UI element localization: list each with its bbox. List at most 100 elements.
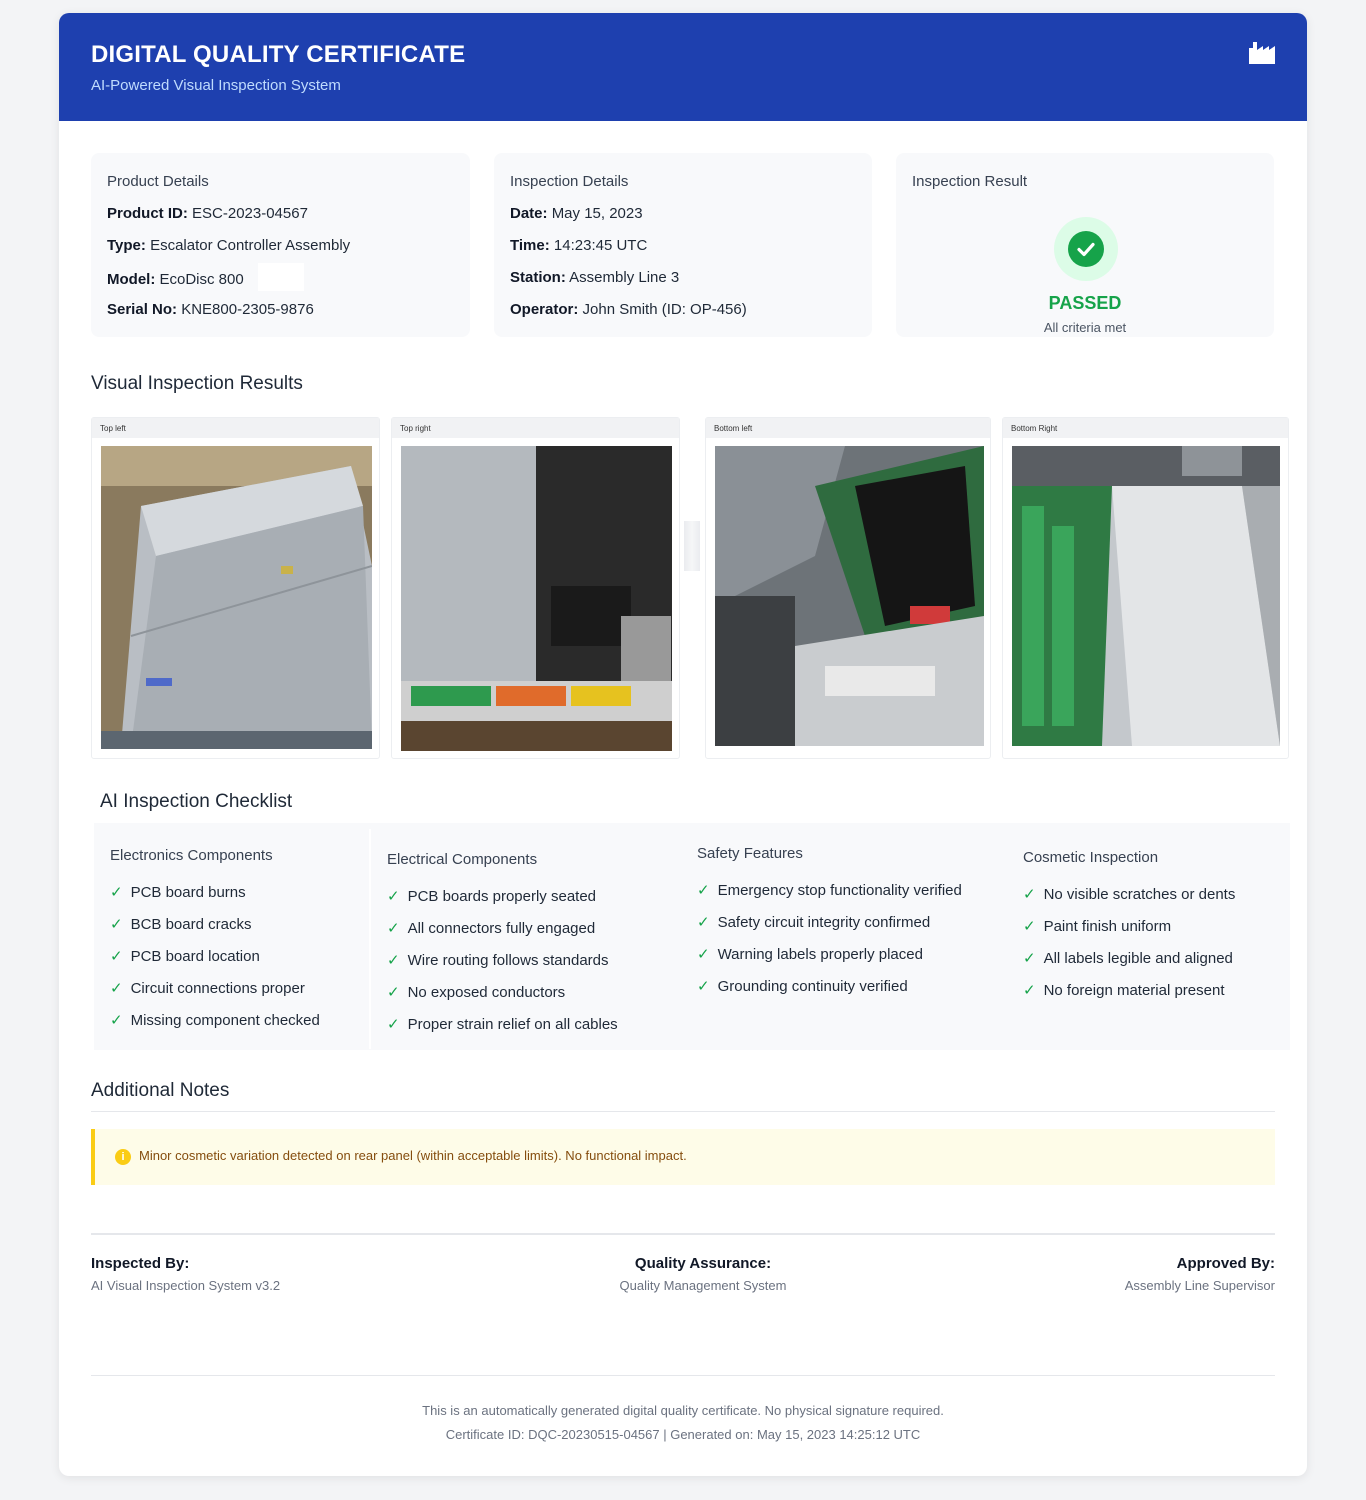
inspection-result-title: Inspection Result	[912, 173, 1028, 190]
inspection-photo	[715, 446, 984, 746]
photo-top-left[interactable]: Top left	[91, 417, 380, 759]
certificate-subtitle: AI-Powered Visual Inspection System	[91, 77, 341, 94]
product-type-value: Escalator Controller Assembly	[150, 237, 351, 254]
photo-label: Bottom left	[706, 418, 990, 438]
electrical-components-title: Electrical Components	[387, 851, 538, 868]
column-divider	[369, 829, 371, 1049]
product-id-value: ESC-2023-04567	[192, 205, 308, 222]
inspection-result-box: Inspection Result PASSED All criteria me…	[896, 153, 1274, 337]
quality-assurance-label: Quality Assurance:	[634, 1255, 772, 1272]
inspection-time-value: 14:23:45 UTC	[553, 237, 648, 254]
info-icon: i	[115, 1149, 131, 1165]
notes-divider	[91, 1111, 1275, 1112]
inspection-details-title: Inspection Details	[510, 173, 629, 190]
photo-label: Top right	[392, 418, 679, 438]
checklist-item: ✓ All connectors fully engaged	[387, 920, 596, 937]
result-subtitle: All criteria met	[1043, 320, 1127, 335]
checklist-item: ✓ PCB board location	[110, 948, 260, 965]
approved-by-value: Assembly Line Supervisor	[1124, 1278, 1275, 1293]
result-status: PASSED	[1048, 293, 1122, 313]
checklist-item: ✓ Missing component checked	[110, 1012, 320, 1029]
checklist-item: ✓ No foreign material present	[1023, 982, 1225, 999]
inspection-photo	[401, 446, 672, 751]
product-model-row: Model: EcoDisc 800	[107, 263, 304, 291]
checklist-item: ✓ No visible scratches or dents	[1023, 886, 1236, 903]
inspection-operator-label: Operator:	[510, 301, 579, 318]
check-icon: ✓	[1023, 950, 1036, 967]
check-icon: ✓	[387, 920, 400, 937]
checklist-item: ✓ Grounding continuity verified	[697, 978, 908, 995]
inspection-station-row: Station: Assembly Line 3	[510, 269, 679, 286]
checklist-item: ✓ Safety circuit integrity confirmed	[697, 914, 931, 931]
checklist-item: ✓ Circuit connections proper	[110, 980, 305, 997]
checklist-item: ✓ Proper strain relief on all cables	[387, 1016, 618, 1033]
check-icon: ✓	[1023, 918, 1036, 935]
check-icon: ✓	[697, 914, 710, 931]
photo-top-right[interactable]: Top right	[391, 417, 680, 759]
checklist-item: ✓ Warning labels properly placed	[697, 946, 923, 963]
product-model-label: Model:	[107, 270, 156, 288]
redaction-patch	[257, 263, 304, 291]
certificate-title: DIGITAL QUALITY CERTIFICATE	[91, 41, 466, 68]
product-model-value: EcoDisc 800	[159, 270, 244, 288]
photo-bottom-right[interactable]: Bottom Right	[1002, 417, 1289, 759]
footer-disclaimer: This is an automatically generated digit…	[422, 1403, 944, 1418]
certificate-header: DIGITAL QUALITY CERTIFICATE AI-Powered V…	[59, 13, 1307, 121]
carousel-divider-handle[interactable]	[684, 521, 700, 571]
inspected-by-value: AI Visual Inspection System v3.2	[91, 1278, 281, 1293]
product-serial-value: KNE800-2305-9876	[181, 301, 314, 318]
visual-results-title: Visual Inspection Results	[91, 373, 303, 394]
checklist-item: ✓ Emergency stop functionality verified	[697, 882, 962, 899]
inspection-operator-value: John Smith (ID: OP-456)	[582, 301, 747, 318]
check-icon: ✓	[697, 978, 710, 995]
inspected-by-label: Inspected By:	[91, 1255, 190, 1272]
product-details-title: Product Details	[107, 173, 209, 190]
inspection-date-value: May 15, 2023	[551, 205, 643, 222]
photo-label: Bottom Right	[1003, 418, 1288, 438]
check-icon: ✓	[110, 884, 123, 901]
checklist-item: ✓ PCB board burns	[110, 884, 246, 901]
note-text: Minor cosmetic variation detected on rea…	[139, 1148, 687, 1163]
pass-badge	[1054, 217, 1118, 281]
check-icon: ✓	[387, 984, 400, 1001]
check-icon: ✓	[387, 1016, 400, 1033]
check-icon: ✓	[110, 1012, 123, 1029]
check-circle-icon	[1068, 231, 1104, 267]
product-type-label: Type:	[107, 237, 146, 254]
checklist-item: ✓ Paint finish uniform	[1023, 918, 1172, 935]
certificate-card: DIGITAL QUALITY CERTIFICATE AI-Powered V…	[59, 13, 1307, 1476]
note-alert: i Minor cosmetic variation detected on r…	[91, 1129, 1275, 1185]
photo-bottom-left[interactable]: Bottom left	[705, 417, 991, 759]
inspection-station-value: Assembly Line 3	[569, 269, 680, 286]
check-icon: ✓	[387, 888, 400, 905]
product-details-box: Product Details Product ID: ESC-2023-045…	[91, 153, 470, 337]
cosmetic-inspection-title: Cosmetic Inspection	[1023, 849, 1159, 866]
inspection-operator-row: Operator: John Smith (ID: OP-456)	[510, 301, 747, 318]
checklist-item: ✓ All labels legible and aligned	[1023, 950, 1233, 967]
inspection-time-row: Time: 14:23:45 UTC	[510, 237, 647, 254]
checklist-item: ✓ No exposed conductors	[387, 984, 566, 1001]
inspection-photo	[1012, 446, 1280, 746]
check-icon: ✓	[110, 916, 123, 933]
check-icon: ✓	[110, 948, 123, 965]
certificate-id: Certificate ID: DQC-20230515-04567 | Gen…	[445, 1427, 921, 1442]
additional-notes-title: Additional Notes	[91, 1080, 230, 1101]
quality-assurance-value: Quality Management System	[619, 1278, 787, 1293]
inspection-photo	[101, 446, 372, 749]
inspection-station-label: Station:	[510, 269, 566, 286]
product-type-row: Type: Escalator Controller Assembly	[107, 237, 350, 254]
product-serial-label: Serial No:	[107, 301, 178, 318]
safety-features-title: Safety Features	[697, 845, 803, 862]
check-icon: ✓	[1023, 982, 1036, 999]
electronics-components-title: Electronics Components	[110, 847, 273, 864]
checklist-item: ✓ BCB board cracks	[110, 916, 252, 933]
inspection-date-row: Date: May 15, 2023	[510, 205, 643, 222]
photo-label: Top left	[92, 418, 379, 438]
footer-divider	[91, 1375, 1275, 1376]
check-icon: ✓	[697, 946, 710, 963]
inspection-date-label: Date:	[510, 205, 548, 222]
check-icon: ✓	[110, 980, 123, 997]
check-icon: ✓	[387, 952, 400, 969]
check-icon: ✓	[1023, 886, 1036, 903]
approved-by-label: Approved By:	[1176, 1255, 1275, 1272]
